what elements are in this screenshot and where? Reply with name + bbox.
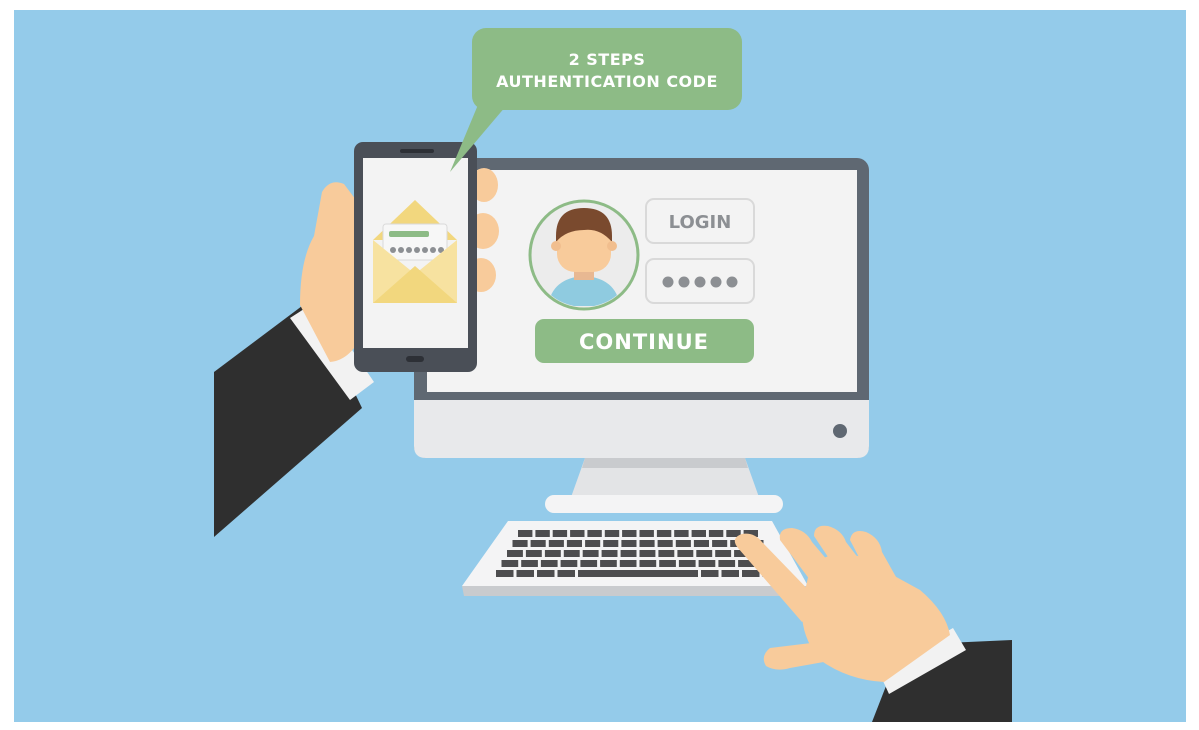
key xyxy=(570,530,585,537)
key xyxy=(585,540,601,547)
key xyxy=(563,550,580,557)
key xyxy=(639,550,656,557)
key xyxy=(639,560,657,567)
key xyxy=(548,540,564,547)
avatar-icon xyxy=(528,199,640,311)
key xyxy=(639,530,654,537)
key xyxy=(677,550,694,557)
key xyxy=(521,560,538,567)
key xyxy=(525,550,542,557)
key xyxy=(708,530,724,537)
key xyxy=(518,530,533,537)
key xyxy=(501,560,519,567)
key xyxy=(659,560,676,567)
key xyxy=(674,530,689,537)
key xyxy=(658,550,675,557)
key xyxy=(698,560,716,567)
key xyxy=(507,550,523,557)
key xyxy=(718,560,736,567)
key xyxy=(696,550,713,557)
power-button xyxy=(833,424,847,438)
key xyxy=(496,570,514,577)
key xyxy=(516,570,534,577)
key xyxy=(621,540,637,547)
spacebar-key xyxy=(578,570,698,577)
key xyxy=(701,570,719,577)
key xyxy=(691,530,706,537)
key xyxy=(601,550,618,557)
key xyxy=(557,570,575,577)
key xyxy=(537,570,555,577)
key xyxy=(639,540,655,547)
key xyxy=(622,530,637,537)
bubble-line-2: AUTHENTICATION CODE xyxy=(496,72,718,91)
key xyxy=(619,560,637,567)
key xyxy=(675,540,691,547)
continue-button[interactable]: CONTINUE xyxy=(535,319,754,363)
key xyxy=(712,540,728,547)
key xyxy=(678,560,696,567)
key xyxy=(600,560,617,567)
key xyxy=(580,560,598,567)
key xyxy=(693,540,709,547)
login-label: LOGIN xyxy=(669,212,732,233)
key xyxy=(540,560,558,567)
key xyxy=(715,550,732,557)
password-field[interactable] xyxy=(645,258,755,304)
key xyxy=(742,570,760,577)
key xyxy=(544,550,561,557)
key xyxy=(657,540,673,547)
key xyxy=(620,550,637,557)
continue-label: CONTINUE xyxy=(579,330,709,354)
key xyxy=(721,570,739,577)
key xyxy=(552,530,568,537)
key xyxy=(560,560,578,567)
key xyxy=(566,540,582,547)
key xyxy=(535,530,550,537)
login-field[interactable]: LOGIN xyxy=(645,198,755,244)
bubble-line-1: 2 STEPS xyxy=(569,50,646,69)
key xyxy=(530,540,546,547)
key xyxy=(656,530,672,537)
key xyxy=(603,540,619,547)
key xyxy=(512,540,528,547)
two-step-authentication-illustration: LOGIN CONTINUE 2 STEPS AUTHENTICATION CO… xyxy=(0,0,1199,730)
key xyxy=(587,530,602,537)
key xyxy=(582,550,599,557)
key xyxy=(604,530,620,537)
